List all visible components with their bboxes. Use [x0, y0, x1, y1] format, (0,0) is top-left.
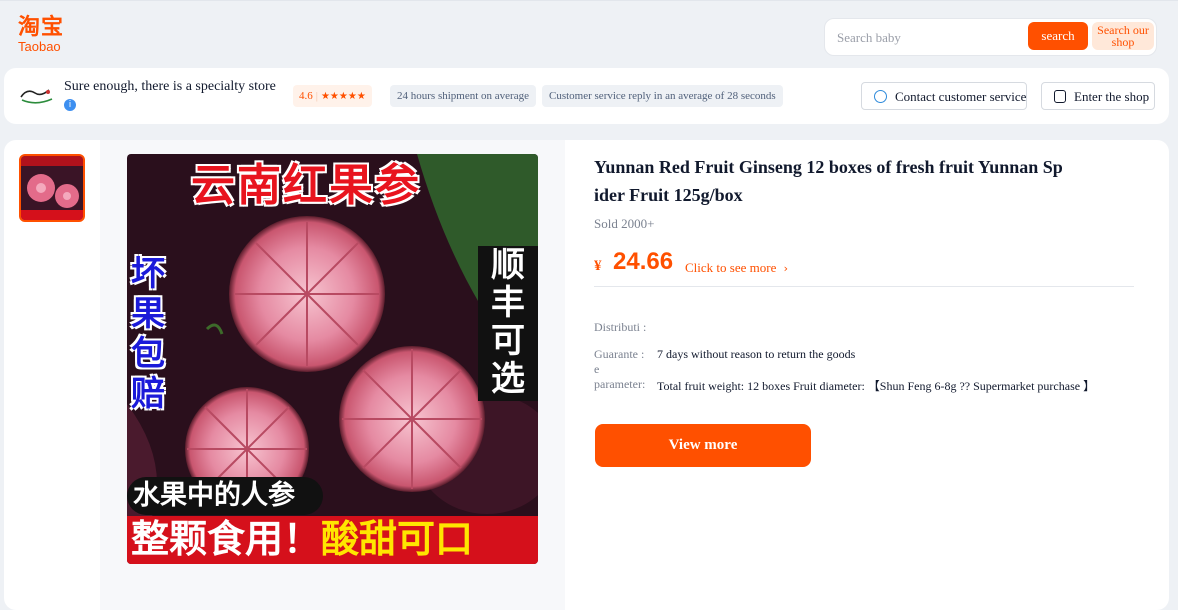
image-caption-line2: 整颗食用！酸甜可口	[131, 516, 473, 562]
image-right-vertical-text: 顺丰可选	[491, 245, 525, 399]
search-button[interactable]: search	[1028, 22, 1088, 50]
view-more-button[interactable]: View more	[595, 424, 811, 467]
product-title: Yunnan Red Fruit Ginseng 12 boxes of fre…	[594, 157, 1063, 205]
image-caption-line1: 水果中的人参	[133, 480, 295, 511]
rating-value: 4.6	[299, 90, 313, 102]
divider	[594, 286, 1134, 287]
top-bar: 淘宝 Taobao search Search our shop	[0, 0, 1178, 69]
shop-badge-icon: i	[64, 99, 76, 111]
shop-name[interactable]: Sure enough, there is a specialty store	[64, 79, 276, 95]
parameter-value: Total fruit weight: 12 boxes Fruit diame…	[657, 379, 1096, 393]
guarantee-value: 7 days without reason to return the good…	[657, 347, 856, 361]
distribution-label: Distributi :	[594, 320, 647, 334]
search-input[interactable]	[835, 26, 1029, 50]
enter-label: Enter the shop	[1074, 89, 1150, 104]
search-box: search Search our shop	[824, 18, 1157, 56]
caption-yellow: 酸甜可口	[321, 517, 474, 561]
see-more-link[interactable]: Click to see more ›	[685, 260, 788, 276]
product-price: 24.66	[613, 248, 674, 275]
product-panel: 云南红果参 坏果包赔 顺丰可选 水果中的人参 整颗食用！酸甜可口 Yunnan …	[4, 140, 1169, 610]
contact-customer-service-button[interactable]: Contact customer service	[861, 82, 1027, 110]
caption-white: 整颗食用！	[131, 517, 322, 561]
chevron-right-icon: ›	[783, 262, 788, 275]
image-left-vertical-text: 坏果包赔	[131, 254, 165, 414]
search-our-shop-button[interactable]: Search our shop	[1092, 22, 1154, 50]
shop-rating: 4.6 | ★★★★★	[293, 85, 372, 107]
shipment-tag: 24 hours shipment on average	[390, 85, 536, 107]
logo-chinese: 淘宝	[18, 15, 65, 40]
enter-shop-button[interactable]: Enter the shop	[1041, 82, 1155, 110]
sold-count: Sold 2000+	[594, 216, 655, 231]
image-banner-text: 云南红果参	[191, 160, 421, 211]
currency-symbol: ¥	[594, 258, 602, 274]
logo-english: Taobao	[18, 39, 61, 54]
reply-tag: Customer service reply in an average of …	[542, 85, 783, 107]
thumbnail-image[interactable]	[19, 154, 85, 222]
shop-logo[interactable]	[18, 85, 56, 107]
guarantee-label: Guarante : e	[594, 347, 645, 376]
see-more-label: Click to see more	[685, 260, 777, 275]
shop-bar: Sure enough, there is a specialty store …	[4, 68, 1169, 124]
rating-stars-icon: ★★★★★	[320, 91, 366, 102]
contact-label: Contact customer service	[895, 89, 1027, 104]
shop-icon	[1054, 90, 1066, 103]
taobao-logo[interactable]: 淘宝 Taobao	[18, 16, 78, 54]
main-product-image[interactable]: 云南红果参 坏果包赔 顺丰可选 水果中的人参 整颗食用！酸甜可口	[127, 154, 538, 564]
customer-service-icon	[874, 90, 887, 103]
parameter-label: parameter:	[594, 377, 646, 391]
